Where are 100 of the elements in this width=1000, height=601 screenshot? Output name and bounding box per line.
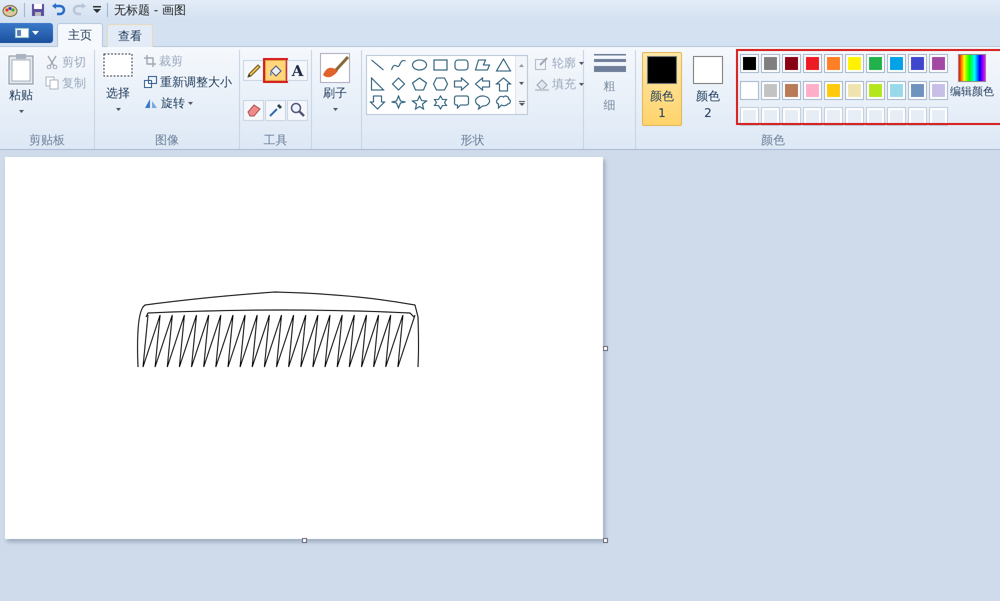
color-2-button[interactable]: 颜色 2	[688, 52, 728, 126]
color-swatch[interactable]	[908, 54, 927, 73]
caret-icon	[18, 110, 24, 113]
edit-colors-button[interactable]: 编辑颜色	[948, 50, 996, 132]
caret-icon	[579, 62, 584, 64]
caret-icon	[332, 108, 338, 111]
color-swatch[interactable]	[845, 54, 864, 73]
pencil-icon	[246, 62, 262, 78]
caret-icon	[188, 102, 194, 104]
color-swatch[interactable]	[866, 54, 885, 73]
rotate-icon	[144, 97, 158, 109]
color-swatch[interactable]	[824, 80, 843, 100]
pencil-tool-button[interactable]	[243, 60, 264, 81]
selection-rectangle-icon	[103, 53, 134, 77]
color-1-button[interactable]: 颜色 1	[642, 52, 682, 126]
magnifier-icon	[290, 102, 306, 118]
color-swatch[interactable]	[929, 80, 948, 100]
color-swatch[interactable]	[887, 80, 906, 100]
crop-icon	[144, 55, 156, 67]
four-point-star-icon[interactable]	[390, 95, 408, 110]
pen-icon	[535, 56, 550, 70]
rotate-button[interactable]: 旋转	[141, 93, 236, 113]
color-spectrum-icon	[958, 54, 986, 82]
six-point-star-icon[interactable]	[432, 95, 450, 110]
oval-icon[interactable]	[411, 58, 428, 73]
right-triangle-icon[interactable]	[369, 76, 386, 92]
resize-handle[interactable]	[603, 346, 608, 351]
pentagon-icon[interactable]	[411, 76, 428, 92]
five-point-star-icon[interactable]	[411, 95, 428, 110]
curve-icon[interactable]	[390, 58, 408, 73]
rectangle-icon[interactable]	[432, 58, 450, 73]
dropdown-arrow-icon[interactable]	[93, 6, 101, 14]
line-icon[interactable]	[369, 58, 386, 73]
color-swatch[interactable]	[803, 80, 822, 100]
color-swatch[interactable]	[761, 80, 780, 100]
color-swatch[interactable]	[866, 80, 885, 100]
group-label: 图像	[154, 132, 180, 149]
color-swatch[interactable]	[845, 80, 864, 100]
down-arrow-icon[interactable]	[369, 95, 386, 110]
paint-bucket-icon	[268, 62, 284, 78]
color-swatch[interactable]	[824, 54, 843, 73]
color-swatch[interactable]	[740, 54, 759, 73]
left-arrow-icon[interactable]	[474, 76, 492, 92]
right-arrow-icon[interactable]	[453, 76, 470, 92]
color-swatch[interactable]	[761, 54, 780, 73]
caret-icon	[116, 108, 121, 111]
color-swatch[interactable]	[782, 54, 801, 73]
scroll-up-icon	[519, 64, 524, 67]
eraser-tool-button[interactable]	[243, 100, 264, 120]
group-label: 颜色	[760, 132, 786, 149]
magnifier-tool-button[interactable]	[287, 100, 308, 120]
ribbon-tab[interactable]: 查看	[107, 24, 153, 47]
select-button[interactable]: 选择	[99, 50, 138, 132]
color-swatch[interactable]	[782, 80, 801, 100]
group-label: 形状	[460, 132, 486, 149]
document-icon	[14, 28, 28, 38]
cloud-callout-icon[interactable]	[495, 95, 512, 110]
window-title: 无标题 - 画图	[114, 2, 186, 18]
undo-icon[interactable]	[51, 3, 66, 17]
copy-icon	[45, 76, 59, 90]
resize-button[interactable]: 重新调整大小	[141, 72, 236, 92]
polygon-icon[interactable]	[474, 58, 492, 73]
up-arrow-icon[interactable]	[495, 76, 512, 92]
diamond-icon[interactable]	[390, 76, 408, 92]
group-label: 工具	[262, 132, 289, 149]
rounded-rectangle-icon[interactable]	[453, 58, 470, 73]
resize-handle[interactable]	[603, 538, 608, 543]
ribbon-tab[interactable]: 主页	[57, 23, 103, 47]
triangle-icon[interactable]	[495, 58, 512, 73]
resize-handle[interactable]	[302, 538, 307, 543]
scissors-icon	[45, 55, 59, 69]
fill-tool-button[interactable]	[265, 60, 286, 81]
resize-icon	[144, 76, 158, 88]
expand-gallery-icon	[518, 101, 525, 106]
scroll-down-icon	[519, 82, 524, 86]
clipboard-icon	[8, 53, 34, 85]
color-swatch[interactable]	[803, 54, 822, 73]
save-icon[interactable]	[31, 3, 45, 17]
paintbrush-icon	[320, 53, 350, 83]
gallery-scrollbar[interactable]	[515, 56, 528, 114]
hexagon-icon[interactable]	[432, 76, 450, 92]
caret-icon	[579, 82, 584, 86]
app-menu-button[interactable]	[0, 23, 53, 43]
color-swatch[interactable]	[929, 54, 948, 73]
group-label: 剪贴板	[28, 132, 66, 149]
eraser-icon	[246, 102, 262, 118]
line-widths-icon	[594, 53, 626, 75]
color-swatch[interactable]	[908, 80, 927, 100]
paint-bucket-icon	[535, 77, 550, 91]
color-picker-icon	[268, 102, 284, 118]
brushes-button[interactable]: 刷子	[316, 50, 354, 132]
color-swatch[interactable]	[887, 54, 906, 73]
color-swatch[interactable]	[740, 80, 759, 100]
text-tool-button[interactable]: A	[287, 60, 308, 81]
paste-button[interactable]: 粘贴	[4, 50, 38, 132]
caret-icon	[32, 31, 38, 35]
rounded-callout-icon[interactable]	[453, 95, 470, 110]
picker-tool-button[interactable]	[265, 100, 286, 120]
oval-callout-icon[interactable]	[474, 95, 492, 110]
paint-palette-icon[interactable]	[2, 2, 18, 18]
